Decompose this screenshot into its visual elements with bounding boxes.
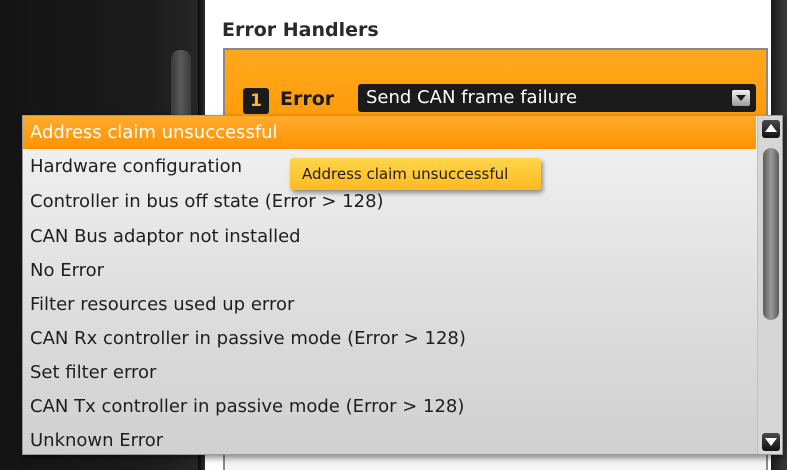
- error-label: Error: [280, 88, 335, 110]
- dropdown-option-rx-passive[interactable]: CAN Rx controller in passive mode (Error…: [23, 322, 756, 355]
- chevron-down-icon[interactable]: [732, 90, 750, 106]
- dropdown-option-no-error[interactable]: No Error: [23, 254, 756, 287]
- dropdown-scrollbar[interactable]: [757, 116, 782, 454]
- section-heading: Error Handlers: [222, 19, 379, 41]
- arrow-down-icon[interactable]: [762, 433, 780, 451]
- dropdown-option-filter-resources[interactable]: Filter resources used up error: [23, 288, 756, 321]
- error-type-combobox[interactable]: Send CAN frame failure: [358, 84, 756, 112]
- dropdown-option-unknown-error[interactable]: Unknown Error: [23, 424, 756, 454]
- dropdown-option-address-claim[interactable]: Address claim unsuccessful: [23, 116, 756, 149]
- error-type-selected-value: Send CAN frame failure: [366, 87, 578, 108]
- arrow-up-icon[interactable]: [762, 120, 780, 138]
- handler-index-badge: 1: [243, 88, 269, 114]
- option-tooltip: Address claim unsuccessful: [290, 158, 541, 190]
- dropdown-option-adaptor-not-installed[interactable]: CAN Bus adaptor not installed: [23, 220, 756, 253]
- dropdown-option-set-filter-error[interactable]: Set filter error: [23, 356, 756, 389]
- scrollbar-thumb[interactable]: [763, 148, 779, 320]
- dropdown-option-tx-passive[interactable]: CAN Tx controller in passive mode (Error…: [23, 390, 756, 423]
